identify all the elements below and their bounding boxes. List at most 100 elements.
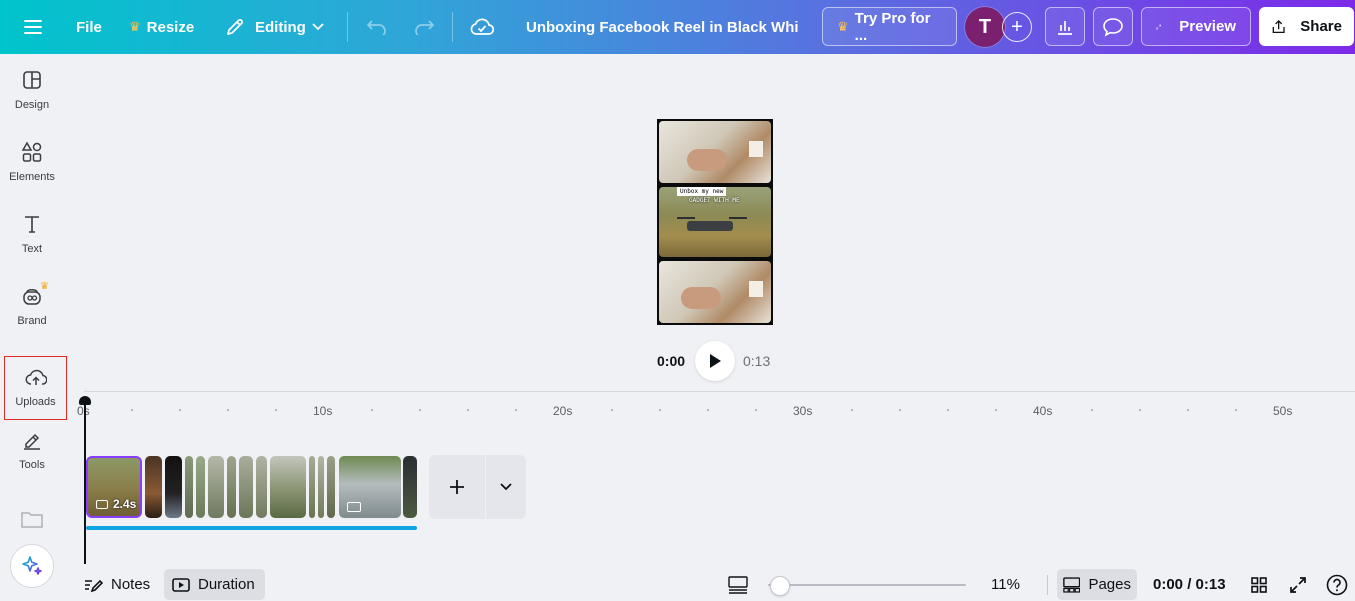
ruler-dot xyxy=(419,409,421,411)
drone-arm xyxy=(677,217,695,219)
document-title[interactable]: Unboxing Facebook Reel in Black Whit... xyxy=(526,0,798,54)
editing-mode-dropdown[interactable]: Editing xyxy=(225,0,324,54)
try-pro-label: Try Pro for ... xyxy=(855,10,946,44)
sidebar-item-label: Tools xyxy=(19,459,45,471)
resize-button[interactable]: ♛ Resize xyxy=(129,0,194,54)
zoom-level[interactable]: 11% xyxy=(991,569,1020,600)
box-label-image xyxy=(749,281,763,297)
magic-assistant-button[interactable] xyxy=(10,544,54,588)
ruler-dot xyxy=(611,409,613,411)
timeline-clip[interactable] xyxy=(196,456,205,518)
add-page-button[interactable] xyxy=(429,455,485,519)
sidebar-item-uploads[interactable]: Uploads xyxy=(4,356,67,420)
bar-chart-icon xyxy=(1056,18,1074,36)
zoom-slider-track[interactable] xyxy=(768,584,966,586)
sidebar-item-brand[interactable]: ♛ Brand xyxy=(0,270,64,342)
timeline-clip[interactable] xyxy=(327,456,335,518)
try-pro-button[interactable]: ♛ Try Pro for ... xyxy=(822,7,957,46)
ruler-tick-label: 20s xyxy=(553,404,572,418)
ruler-tick-label: 40s xyxy=(1033,404,1052,418)
pages-button[interactable]: Pages xyxy=(1057,569,1137,600)
sidebar-item-label: Elements xyxy=(9,171,55,183)
timeline-clip[interactable] xyxy=(227,456,236,518)
timeline-progress-bar xyxy=(86,526,417,530)
add-collaborator-button[interactable]: + xyxy=(1002,12,1032,42)
sidebar-item-design[interactable]: Design xyxy=(0,54,64,126)
sidebar-item-elements[interactable]: Elements xyxy=(0,126,64,198)
crown-icon: ♛ xyxy=(837,19,849,35)
sidebar-item-tools[interactable]: Tools xyxy=(0,414,64,486)
timeline-clip[interactable] xyxy=(185,456,193,518)
timeline-clip[interactable] xyxy=(318,456,324,518)
folder-icon[interactable] xyxy=(20,510,44,533)
cloud-upload-icon xyxy=(25,368,47,388)
ruler-tick-label: 30s xyxy=(793,404,812,418)
design-page-preview[interactable]: Unbox my new GADGET WITH ME xyxy=(657,119,773,325)
fullscreen-button[interactable] xyxy=(1289,569,1307,600)
grid-icon xyxy=(1250,576,1268,594)
save-status-button[interactable] xyxy=(469,0,495,54)
share-label: Share xyxy=(1300,18,1342,35)
timeline-clip[interactable] xyxy=(403,456,417,518)
grid-view-button[interactable] xyxy=(1250,569,1268,600)
timeline-clip[interactable] xyxy=(309,456,315,518)
file-menu-button[interactable]: File xyxy=(76,0,102,54)
timeline-clip[interactable] xyxy=(165,456,182,518)
redo-button[interactable] xyxy=(411,0,437,54)
expand-arrows-icon xyxy=(1289,576,1307,594)
help-question-icon xyxy=(1326,574,1348,596)
ruler-dot xyxy=(131,409,133,411)
preview-button[interactable]: Preview xyxy=(1141,7,1251,46)
timeline-ruler xyxy=(84,391,1355,392)
layout-template-icon xyxy=(21,69,43,91)
ruler-dot xyxy=(707,409,709,411)
toolbar-divider xyxy=(347,12,348,42)
notes-button[interactable]: Notes xyxy=(83,569,150,600)
undo-icon xyxy=(366,19,388,35)
sidebar-item-label: Design xyxy=(15,99,49,111)
undo-button[interactable] xyxy=(364,0,390,54)
drone-arm xyxy=(729,217,747,219)
insights-button[interactable] xyxy=(1045,7,1085,46)
ruler-dot xyxy=(947,409,949,411)
timeline-clip[interactable] xyxy=(145,456,162,518)
editing-label: Editing xyxy=(255,19,306,36)
duration-button[interactable]: Duration xyxy=(164,569,265,600)
video-frame xyxy=(659,261,771,323)
timeline-clip[interactable] xyxy=(256,456,267,518)
ruler-dot xyxy=(1091,409,1093,411)
user-avatar[interactable]: T xyxy=(965,7,1005,47)
ruler-dot xyxy=(179,409,181,411)
timeline-clip[interactable] xyxy=(208,456,224,518)
sparkle-icon xyxy=(20,554,44,578)
sidebar-item-label: Brand xyxy=(17,315,46,327)
drone-image xyxy=(687,221,733,231)
comments-button[interactable] xyxy=(1093,7,1133,46)
hand-image xyxy=(687,149,727,171)
timeline-clip[interactable] xyxy=(239,456,253,518)
plus-icon xyxy=(448,478,466,496)
sidebar-item-label: Uploads xyxy=(15,396,55,408)
fit-page-button[interactable] xyxy=(728,569,748,600)
comment-bubble-icon xyxy=(1102,17,1124,37)
pages-grid-icon xyxy=(1063,576,1080,594)
play-button[interactable] xyxy=(695,341,735,381)
zoom-slider-handle[interactable] xyxy=(770,576,790,596)
sidebar-item-label: Text xyxy=(22,243,42,255)
box-label-image xyxy=(749,141,763,157)
chevron-down-icon xyxy=(312,23,324,31)
sidebar-item-text[interactable]: Text xyxy=(0,198,64,270)
ruler-dot xyxy=(1187,409,1189,411)
timeline-clip[interactable] xyxy=(270,456,306,518)
text-t-icon xyxy=(21,213,43,235)
chevron-down-icon xyxy=(500,483,512,491)
page-view-icon xyxy=(728,576,748,594)
add-page-options-button[interactable] xyxy=(486,455,526,519)
play-icon xyxy=(707,352,723,370)
ruler-dot xyxy=(515,409,517,411)
main-menu-button[interactable] xyxy=(18,0,48,54)
share-button[interactable]: Share xyxy=(1259,7,1354,46)
help-button[interactable] xyxy=(1326,569,1348,600)
pen-tools-icon xyxy=(21,429,43,451)
ruler-dot xyxy=(1139,409,1141,411)
